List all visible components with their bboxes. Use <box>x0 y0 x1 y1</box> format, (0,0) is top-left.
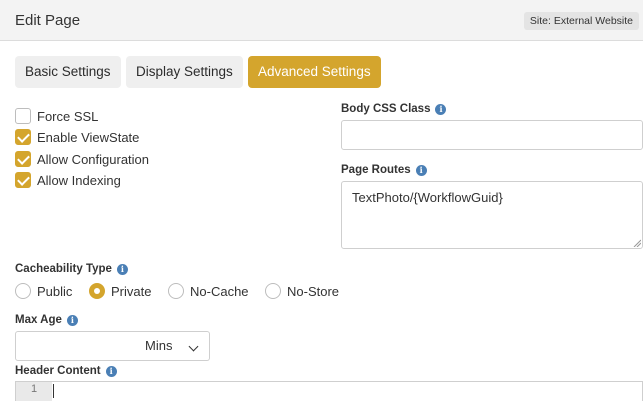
label-text: Body CSS Class <box>341 103 431 115</box>
radio-dot[interactable] <box>168 283 184 299</box>
radio-no-cache[interactable]: No-Cache <box>168 283 249 299</box>
radio-label: Public <box>37 283 73 299</box>
header-content-label: Header Content i <box>15 365 117 377</box>
radio-label: No-Store <box>287 283 340 299</box>
page-routes-label: Page Routes i <box>341 164 427 176</box>
radio-public[interactable]: Public <box>15 283 72 299</box>
info-icon[interactable]: i <box>435 103 447 115</box>
radio-private[interactable]: Private <box>89 283 151 299</box>
info-icon[interactable]: i <box>116 263 128 275</box>
header-content-editor[interactable]: 1 <box>15 381 643 401</box>
cacheability-type-label: Cacheability Type i <box>15 263 128 275</box>
page-routes-textarea[interactable]: TextPhoto/{WorkflowGuid} <box>341 181 643 249</box>
enable-viewstate-checkbox[interactable]: Enable ViewState <box>15 129 139 145</box>
max-age-label: Max Age i <box>15 314 78 326</box>
tab-display-settings[interactable]: Display Settings <box>126 56 243 88</box>
info-icon[interactable]: i <box>105 365 117 377</box>
tab-advanced-settings[interactable]: Advanced Settings <box>248 56 381 88</box>
checkbox-box[interactable] <box>15 108 31 124</box>
label-text: Header Content <box>15 365 101 377</box>
force-ssl-checkbox[interactable]: Force SSL <box>15 108 98 124</box>
label-text: Max Age <box>15 314 62 326</box>
checkbox-box[interactable] <box>15 151 31 167</box>
radio-dot[interactable] <box>89 283 105 299</box>
page-title: Edit Page <box>15 12 81 29</box>
checkbox-label: Allow Configuration <box>37 151 150 167</box>
label-text: Cacheability Type <box>15 263 112 275</box>
allow-configuration-checkbox[interactable]: Allow Configuration <box>15 151 149 167</box>
checkbox-label: Force SSL <box>37 108 99 124</box>
body-css-class-input[interactable] <box>341 120 643 150</box>
chevron-down-icon <box>188 341 199 352</box>
checkbox-box[interactable] <box>15 129 31 145</box>
site-badge: Site: External Website <box>523 12 639 30</box>
allow-indexing-checkbox[interactable]: Allow Indexing <box>15 172 121 188</box>
radio-dot[interactable] <box>265 283 281 299</box>
info-icon[interactable]: i <box>66 314 78 326</box>
max-age-input[interactable] <box>15 331 136 361</box>
radio-no-store[interactable]: No-Store <box>265 283 339 299</box>
select-value: Mins <box>145 338 173 353</box>
max-age-unit-select[interactable]: Mins <box>135 331 210 361</box>
checkbox-box[interactable] <box>15 172 31 188</box>
text-cursor <box>53 384 54 398</box>
resize-handle-icon[interactable] <box>633 239 641 247</box>
page-header: Edit Page Site: External Website <box>0 0 643 41</box>
tab-basic-settings[interactable]: Basic Settings <box>15 56 121 88</box>
body-css-class-label: Body CSS Class i <box>341 103 447 115</box>
radio-label: No-Cache <box>190 283 249 299</box>
page-routes-value: TextPhoto/{WorkflowGuid} <box>352 190 503 205</box>
radio-label: Private <box>111 283 152 299</box>
radio-dot[interactable] <box>15 283 31 299</box>
info-icon[interactable]: i <box>415 164 427 176</box>
checkbox-label: Enable ViewState <box>37 129 140 145</box>
label-text: Page Routes <box>341 164 411 176</box>
line-number-gutter: 1 <box>16 382 52 401</box>
checkbox-label: Allow Indexing <box>37 172 121 188</box>
